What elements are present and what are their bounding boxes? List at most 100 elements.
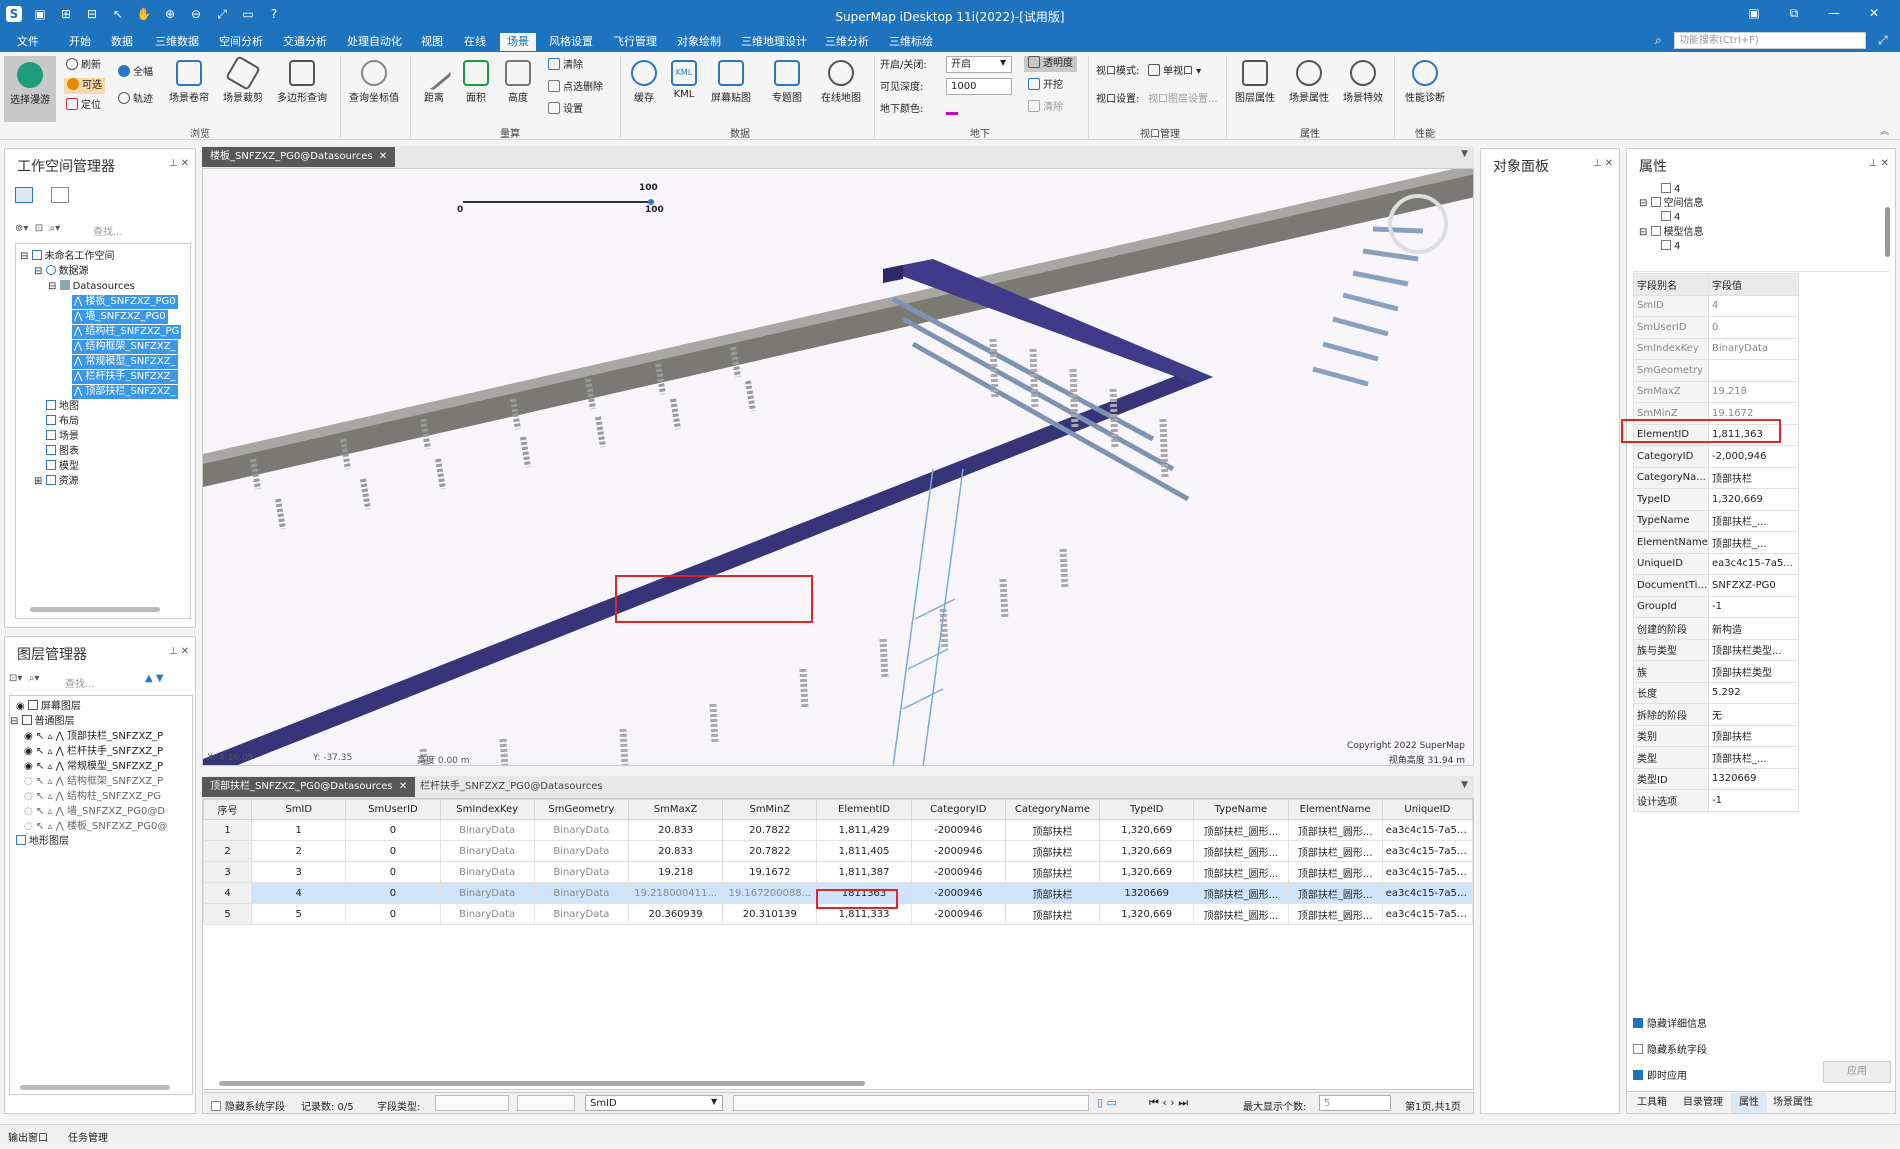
height-button[interactable]: 高度 [500,60,536,104]
property-value[interactable]: 顶部扶栏 [1708,466,1799,489]
layer-terrain[interactable]: 地形图层 [16,835,69,849]
property-value[interactable]: 19.218 [1708,380,1799,403]
resource-tab-icon[interactable] [51,187,69,203]
measure-settings-button[interactable]: 设置 [548,102,583,118]
table-cell[interactable]: BinaryData [439,819,535,841]
menu-draw[interactable]: 对象绘制 [670,33,728,51]
prop-tree-model[interactable]: ⊟ 模型信息 [1639,226,1704,240]
property-row[interactable]: 拆除的阶段无 [1633,703,1799,726]
scene-props-button[interactable]: 场景属性 [1284,60,1334,104]
property-row[interactable]: 族与类型 顶部扶栏类型... [1633,638,1799,661]
property-row[interactable]: SmIndexKey BinaryData [1633,337,1799,360]
tree-maps[interactable]: 地图 [46,400,79,414]
property-value[interactable]: -1 [1708,789,1799,812]
property-row[interactable]: CategoryNa... 顶部扶栏 [1633,466,1799,489]
tree-dataset-0[interactable]: ⋀ 楼板_SNFZXZ_PG0 [72,295,178,309]
property-row[interactable]: SmID 4 [1633,294,1799,317]
column-header[interactable]: SmUserID [345,799,441,820]
locate-button[interactable]: 定位 [66,98,101,114]
tab-scene-properties[interactable]: 场景属性 [1765,1093,1821,1113]
table-cell[interactable]: BinaryData [439,861,535,883]
thematic-button[interactable]: 专题图 [762,60,812,104]
column-header[interactable]: ElementID [816,799,912,820]
view-mode-icons[interactable]: ▯ ▭ [1097,1096,1117,1109]
attr-tab-0[interactable]: 顶部扶栏_SNFZXZ_PG0@Datasources ✕ [202,777,416,797]
menu-traffic[interactable]: 交通分析 [276,33,334,51]
property-row[interactable]: TypeID 1,320,669 [1633,488,1799,511]
vertical-scrollbar[interactable] [1885,207,1890,257]
property-row[interactable]: 类型ID 1320669 [1633,767,1799,790]
property-value[interactable]: 顶部扶栏类型 [1708,660,1799,683]
function-search-input[interactable]: 功能搜索(Ctrl+F) [1674,32,1866,49]
menu-3d-analysis[interactable]: 三维分析 [818,33,876,51]
tree-dataset-2[interactable]: ⋀ 结构柱_SNFZXZ_PG [72,325,182,339]
tree-dataset-3[interactable]: ⋀ 结构框架_SNFZXZ_ [72,340,178,354]
attr-tab-1[interactable]: 栏杆扶手_SNFZXZ_PG0@Datasources [412,777,611,797]
property-row[interactable]: UniqueID ea3c4c15-7a5... [1633,552,1799,575]
table-cell[interactable]: BinaryData [533,882,629,904]
property-row[interactable]: 类型 顶部扶栏_... [1633,746,1799,769]
table-cell[interactable]: 顶部扶栏 [1004,882,1101,904]
query-coord-button[interactable]: 查询坐标值 [344,60,404,104]
property-value[interactable]: 1,320,669 [1708,488,1799,511]
property-value[interactable]: 顶部扶栏_... [1708,531,1799,554]
table-cell[interactable]: 20.833 [627,840,724,862]
dig-button[interactable]: 开挖 [1028,78,1063,94]
tree-datasources[interactable]: ⊟ 数据源 [34,265,89,279]
horizontal-scrollbar[interactable] [20,1085,170,1090]
property-row[interactable]: TypeName 顶部扶栏_... [1633,509,1799,532]
property-value[interactable]: 顶部扶栏类型... [1708,638,1799,661]
clear-dig-button[interactable]: 清除 [1028,100,1063,116]
property-value[interactable]: 1320669 [1708,767,1799,790]
menu-3d-data[interactable]: 三维数据 [148,33,206,51]
close-button[interactable]: ✕ [1864,6,1884,24]
table-cell[interactable]: 5 [251,903,347,925]
point-delete-button[interactable]: 点选删除 [548,80,603,96]
table-cell[interactable]: 19.218000411... [627,882,724,904]
table-row[interactable]: 1 1 0 BinaryData BinaryData 20.833 20.7822 1,81… [203,819,1473,841]
panel-pin-close-icon[interactable]: ⊥ ✕ [1593,158,1613,169]
property-value[interactable]: -2,000,946 [1708,445,1799,468]
menu-spatial-analysis[interactable]: 空间分析 [212,33,270,51]
panel-pin-close-icon[interactable]: ⊥ ✕ [169,646,189,657]
menu-file[interactable]: 文件 [10,33,46,51]
column-header[interactable]: SmIndexKey [439,799,535,820]
instant-apply-checkbox[interactable]: 即时应用 [1633,1067,1687,1082]
table-cell[interactable]: ea3c4c15-7a5b... [1381,840,1473,862]
property-value[interactable]: -1 [1708,595,1799,618]
scene-clip-button[interactable]: 场景裁剪 [218,55,268,104]
property-row[interactable]: 创建的阶段 新构造 [1633,617,1799,640]
table-cell[interactable]: 顶部扶栏_圆形... [1193,819,1289,841]
tab-list-icon[interactable]: ▼ [1461,149,1468,159]
tree-dataset-4[interactable]: ⋀ 常规模型_SNFZXZ_ [72,355,178,369]
table-cell[interactable]: 20.833 [627,819,724,841]
table-cell[interactable]: 顶部扶栏_圆形... [1193,903,1289,925]
property-value[interactable]: 无 [1708,703,1799,726]
max-display-input[interactable]: 5 [1319,1095,1391,1111]
layer-toolbar[interactable]: ⊡▾ ⌕▾ [9,673,39,684]
cache-button[interactable]: 缓存 [626,60,662,104]
table-cell[interactable]: -2000946 [910,840,1006,862]
perf-diag-button[interactable]: 性能诊断 [1400,60,1450,104]
table-cell[interactable]: BinaryData [533,861,629,883]
table-cell[interactable]: BinaryData [533,819,629,841]
table-cell[interactable]: 20.7822 [722,819,818,841]
property-row[interactable]: SmMaxZ 19.218 [1633,380,1799,403]
restore-icon[interactable]: ⧉ [1784,6,1804,24]
online-map-button[interactable]: 在线地图 [816,60,866,104]
table-cell[interactable]: BinaryData [439,882,535,904]
property-value[interactable]: 顶部扶栏 [1708,724,1799,747]
polygon-query-button[interactable]: 多边形查询 [272,60,332,104]
table-cell[interactable]: 3 [251,861,347,883]
value-input[interactable] [733,1095,1089,1111]
table-cell[interactable]: BinaryData [533,840,629,862]
screen-paste-button[interactable]: 屏幕贴图 [706,60,756,104]
column-header[interactable]: ElementName [1287,799,1383,820]
layer-item-1[interactable]: ◉ ↖ ▵ ⋀ 栏杆扶手_SNFZXZ_P [24,745,163,759]
tree-charts[interactable]: 图表 [46,445,79,459]
field-filter-input[interactable] [517,1095,575,1111]
table-cell[interactable]: ea3c4c15-7a5b... [1381,882,1473,904]
table-row[interactable]: 2 2 0 BinaryData BinaryData 20.833 20.7822 1,81… [203,840,1473,862]
table-cell[interactable]: 1,811,387 [816,861,912,883]
property-value[interactable]: 4 [1708,294,1799,317]
